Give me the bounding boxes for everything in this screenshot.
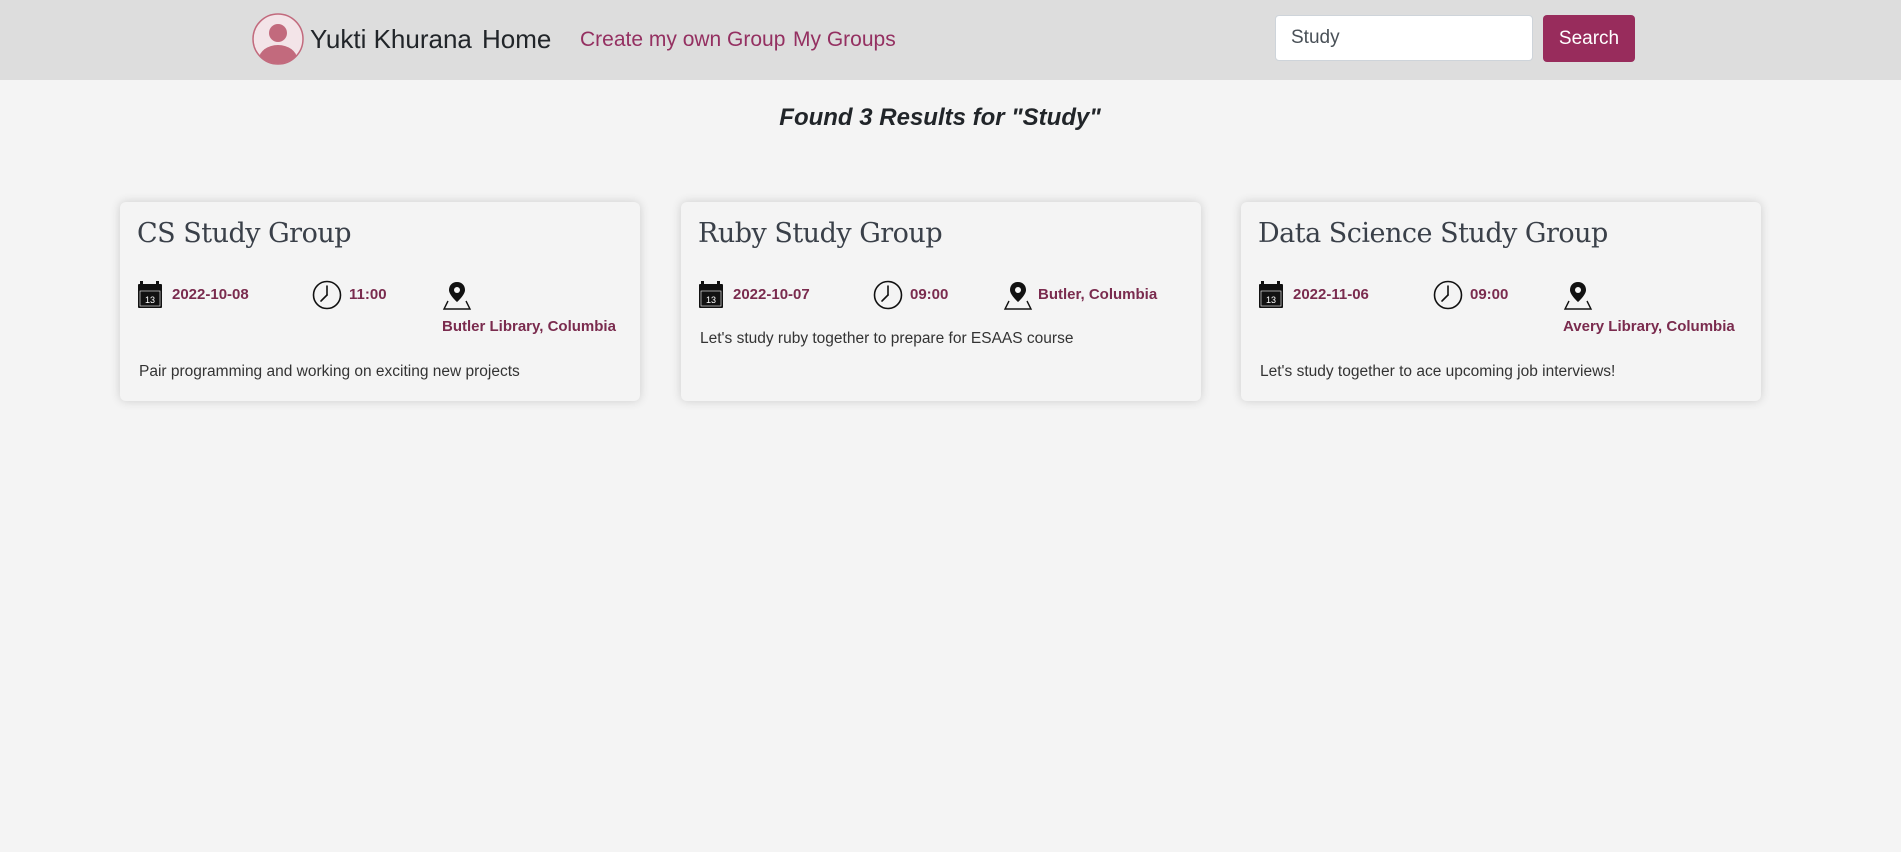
svg-text:13: 13 [706,295,716,305]
group-time: 09:00 [910,286,949,303]
group-card[interactable]: Data Science Study Group 13 2022-11-06 0… [1241,202,1761,401]
nav-username[interactable]: Yukti Khurana [310,22,472,56]
svg-text:13: 13 [1266,295,1276,305]
group-date: 2022-11-06 [1293,286,1369,303]
results-heading: Found 3 Results for "Study" [779,104,1101,131]
clock-icon [312,280,342,310]
clock-icon [1433,280,1463,310]
group-title[interactable]: CS Study Group [137,218,352,249]
group-card[interactable]: Ruby Study Group 13 2022-10-07 09:00 But… [681,202,1201,401]
calendar-icon: 13 [698,281,726,309]
nav-create-group-link[interactable]: Create my own Group [580,26,785,54]
group-date: 2022-10-07 [733,286,810,303]
map-pin-icon [1563,280,1593,310]
group-title[interactable]: Data Science Study Group [1258,218,1608,249]
clock-icon [873,280,903,310]
navbar: Yukti Khurana Home Create my own Group M… [0,0,1901,80]
group-description: Pair programming and working on exciting… [139,363,520,380]
group-description: Let's study together to ace upcoming job… [1260,363,1616,380]
group-title[interactable]: Ruby Study Group [698,218,943,249]
group-location: Avery Library, Columbia [1563,318,1735,335]
group-location: Butler, Columbia [1038,286,1158,303]
search-input[interactable] [1275,15,1533,61]
map-pin-icon [1003,280,1033,310]
group-time: 11:00 [349,286,387,303]
map-pin-icon [442,280,472,310]
group-location: Butler Library, Columbia [442,318,616,335]
nav-my-groups-link[interactable]: My Groups [793,26,896,54]
user-avatar-icon[interactable] [252,13,304,65]
group-time: 09:00 [1470,286,1509,303]
search-button[interactable]: Search [1543,15,1635,62]
group-date: 2022-10-08 [172,286,249,303]
calendar-icon: 13 [1258,281,1286,309]
svg-text:13: 13 [145,295,155,305]
nav-home-link[interactable]: Home [482,22,551,56]
group-description: Let's study ruby together to prepare for… [700,330,1074,347]
calendar-icon: 13 [137,281,165,309]
group-card[interactable]: CS Study Group 13 2022-10-08 11:00 Butle… [120,202,640,401]
